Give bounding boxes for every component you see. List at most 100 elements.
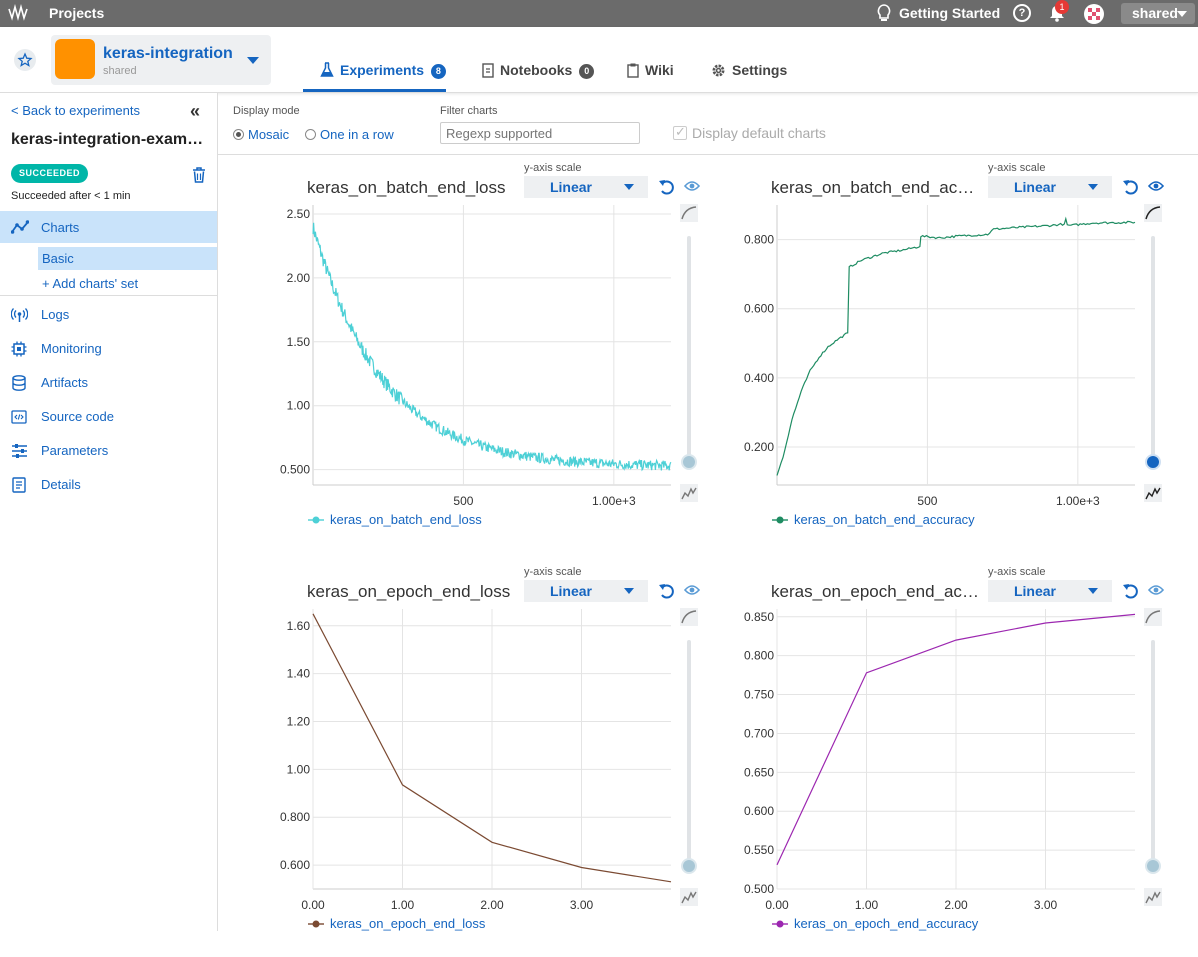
clipboard-icon: [627, 63, 639, 78]
tab-experiments[interactable]: Experiments 8: [303, 62, 446, 92]
experiment-sidebar: < Back to experiments « keras-integratio…: [0, 93, 218, 931]
chart-plot[interactable]: 0.800 0.600 0.400 0.200 500 1.00e+3: [682, 158, 1142, 508]
eye-icon[interactable]: [1148, 584, 1164, 596]
sidebar-item-parameters[interactable]: Parameters: [0, 439, 217, 463]
y-tick-label: 0.550: [744, 843, 774, 857]
chart-legend[interactable]: keras_on_epoch_end_accuracy: [772, 916, 978, 931]
getting-started-link[interactable]: Getting Started: [899, 5, 1000, 21]
top-bar: Projects Getting Started ? 1 shared: [0, 0, 1198, 27]
sidebar-item-artifacts[interactable]: Artifacts: [0, 371, 217, 395]
collapse-sidebar-icon[interactable]: «: [190, 101, 200, 122]
neptune-logo-icon[interactable]: [8, 4, 30, 22]
y-tick-label: 1.00: [287, 399, 311, 413]
tab-wiki[interactable]: Wiki: [627, 62, 674, 92]
lightbulb-icon: [877, 4, 891, 21]
y-tick-label: 0.800: [744, 649, 774, 663]
x-tick-label: 1.00: [855, 898, 879, 912]
legend-label: keras_on_epoch_end_accuracy: [794, 916, 979, 931]
chip-icon: [11, 341, 27, 357]
sidebar-item-label: Source code: [41, 409, 114, 424]
sidebar-item-label: Logs: [41, 307, 70, 322]
raw-curve-icon[interactable]: [1144, 888, 1162, 906]
x-tick-label: 3.00: [570, 898, 594, 912]
database-icon: [12, 375, 26, 391]
line-chart-icon: [11, 220, 29, 234]
organization-switcher[interactable]: shared: [1121, 3, 1195, 24]
x-tick-label: 0.00: [301, 898, 325, 912]
chart-plot[interactable]: 1.60 1.40 1.20 1.00 0.800 0.600 0.00 1.00 2.00 3.…: [218, 562, 678, 912]
notification-badge: 1: [1055, 0, 1069, 14]
raw-curve-icon[interactable]: [1144, 484, 1162, 502]
tab-settings[interactable]: Settings: [711, 62, 787, 92]
chart-panel: keras_on_batch_end_accuracyy-axis scaleL…: [682, 158, 1164, 553]
x-tick-label: 2.00: [480, 898, 504, 912]
tab-wiki-label: Wiki: [645, 62, 674, 78]
trash-icon[interactable]: [192, 167, 206, 183]
x-tick-label: 1.00e+3: [1056, 494, 1100, 508]
sidebar-item-charts[interactable]: Charts: [0, 211, 217, 243]
one-in-row-radio[interactable]: One in a row: [305, 127, 394, 142]
sidebar-item-details[interactable]: Details: [0, 473, 217, 497]
smoothing-slider-handle[interactable]: [1145, 858, 1161, 874]
project-owner: shared: [103, 65, 137, 77]
x-tick-label: 1.00e+3: [592, 494, 636, 508]
sidebar-item-monitoring[interactable]: Monitoring: [0, 337, 217, 361]
tab-experiments-label: Experiments: [340, 62, 425, 78]
tab-notebooks[interactable]: Notebooks 0: [482, 62, 595, 92]
help-icon[interactable]: ?: [1013, 4, 1031, 22]
sidebar-item-label: Artifacts: [41, 375, 88, 390]
star-button[interactable]: [14, 49, 36, 71]
chart-plot[interactable]: 0.850 0.800 0.750 0.700 0.650 0.600 0.550 0.500…: [682, 562, 1142, 912]
mosaic-radio[interactable]: Mosaic: [233, 127, 289, 142]
chart-plot[interactable]: 2.50 2.00 1.50 1.00 0.500 500 1.00e+3: [218, 158, 678, 508]
smoothing-slider-track[interactable]: [1151, 236, 1155, 464]
mosaic-label: Mosaic: [248, 127, 290, 142]
back-to-experiments-link[interactable]: < Back to experiments: [11, 103, 140, 118]
display-mode-label: Display mode: [233, 105, 300, 117]
controls-divider: [218, 154, 1198, 155]
code-file-icon: [11, 410, 27, 424]
chart-legend[interactable]: keras_on_batch_end_accuracy: [772, 512, 975, 527]
sidebar-item-logs[interactable]: Logs: [0, 303, 217, 327]
smooth-curve-icon[interactable]: [1144, 204, 1162, 222]
y-tick-label: 0.400: [744, 371, 774, 385]
y-tick-label: 0.700: [744, 726, 774, 740]
display-default-charts-checkbox[interactable]: Display default charts: [673, 124, 826, 141]
series-line[interactable]: [312, 222, 672, 472]
chart-panel: keras_on_epoch_end_loss y-axis scale Linea…: [218, 562, 700, 957]
y-tick-label: 0.850: [744, 610, 774, 624]
series-line[interactable]: [776, 216, 1136, 476]
legend-label: keras_on_epoch_end_loss: [330, 916, 486, 931]
legend-marker-icon: [772, 516, 788, 524]
y-tick-label: 1.00: [287, 762, 311, 776]
legend-marker-icon: [772, 920, 788, 928]
sidebar-item-source-code[interactable]: Source code: [0, 405, 217, 429]
charts-set-basic[interactable]: Basic: [38, 247, 217, 270]
chart-legend[interactable]: keras_on_batch_end_loss: [308, 512, 482, 527]
smoothing-slider-handle[interactable]: [1145, 454, 1161, 470]
y-tick-label: 0.500: [280, 463, 310, 477]
project-header: keras-integration shared Experiments 8 N…: [0, 27, 1198, 93]
project-selector[interactable]: keras-integration shared: [51, 35, 271, 85]
add-charts-set-link[interactable]: + Add charts' set: [42, 276, 138, 291]
smoothing-slider-track[interactable]: [1151, 640, 1155, 868]
y-tick-label: 0.600: [280, 858, 310, 872]
user-avatar[interactable]: [1084, 4, 1104, 24]
display-default-charts-label: Display default charts: [692, 125, 826, 141]
chart-panel: keras_on_batch_end_loss y-axis scale Linea…: [218, 158, 700, 553]
projects-link[interactable]: Projects: [49, 5, 104, 21]
filter-charts-input[interactable]: [440, 122, 640, 144]
gear-icon: [712, 64, 725, 77]
radio-unchecked-icon: [305, 129, 316, 140]
smooth-curve-icon[interactable]: [1144, 608, 1162, 626]
y-tick-label: 0.750: [744, 688, 774, 702]
sidebar-divider: [0, 295, 217, 296]
y-tick-label: 0.600: [744, 804, 774, 818]
x-tick-label: 1.00: [391, 898, 415, 912]
x-tick-label: 2.00: [944, 898, 968, 912]
chevron-down-icon: [247, 57, 259, 64]
sidebar-item-label: Details: [41, 477, 81, 492]
x-tick-label: 500: [453, 494, 473, 508]
chart-legend[interactable]: keras_on_epoch_end_loss: [308, 916, 485, 931]
eye-icon[interactable]: [1148, 180, 1164, 192]
